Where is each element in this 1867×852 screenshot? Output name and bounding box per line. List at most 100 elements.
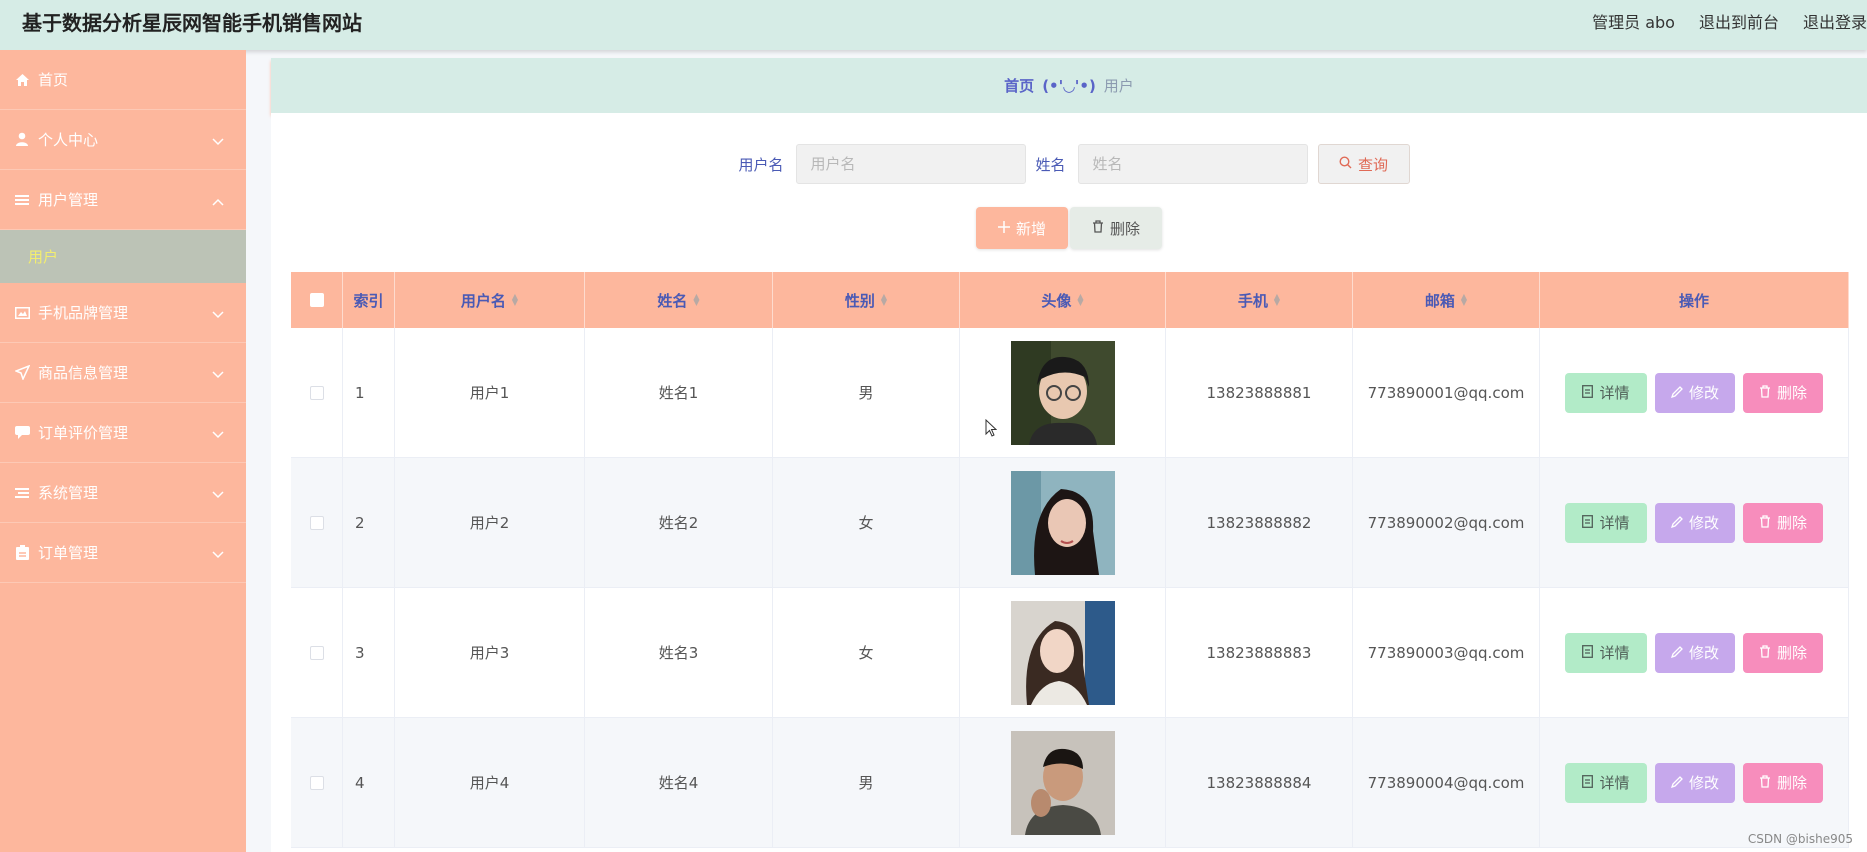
main-content: 用户名 姓名 查询 新增 删除 索引 用户名 ▲▼ bbox=[271, 113, 1867, 852]
logout-link[interactable]: 退出登录 bbox=[1803, 9, 1867, 33]
pencil-icon bbox=[1670, 384, 1683, 402]
avatar[interactable] bbox=[1010, 340, 1115, 445]
avatar[interactable] bbox=[1010, 730, 1115, 835]
select-all-cell bbox=[291, 272, 343, 328]
detail-button[interactable]: 详情 bbox=[1565, 502, 1647, 543]
edit-button[interactable]: 修改 bbox=[1655, 372, 1735, 413]
cell-actions: 详情 修改 删除 bbox=[1540, 718, 1849, 847]
chevron-down-icon bbox=[212, 305, 224, 323]
detail-button[interactable]: 详情 bbox=[1565, 762, 1647, 803]
batch-delete-button[interactable]: 删除 bbox=[1070, 207, 1162, 249]
column-header-index: 索引 bbox=[343, 272, 395, 328]
document-icon bbox=[1582, 774, 1594, 792]
edit-button[interactable]: 修改 bbox=[1655, 762, 1735, 803]
breadcrumb-home[interactable]: 首页 bbox=[1004, 75, 1034, 96]
sidebar-subitem-users[interactable]: 用户 bbox=[0, 230, 246, 283]
cell-name: 姓名1 bbox=[585, 328, 773, 457]
breadcrumb-current: 用户 bbox=[1103, 77, 1134, 95]
exit-to-front-link[interactable]: 退出到前台 bbox=[1699, 9, 1779, 33]
detail-label: 详情 bbox=[1599, 644, 1630, 662]
sidebar-item-product-management[interactable]: 商品信息管理 bbox=[0, 343, 246, 403]
sort-icon: ▲ ▼ bbox=[880, 292, 888, 307]
sidebar-item-home[interactable]: 首页 bbox=[0, 50, 246, 110]
edit-button[interactable]: 修改 bbox=[1655, 632, 1735, 673]
sidebar-item-order-management[interactable]: 订单管理 bbox=[0, 523, 246, 583]
sort-icon: ▲ ▼ bbox=[1077, 292, 1084, 307]
avatar[interactable] bbox=[1010, 470, 1115, 575]
cell-email: 773890004@qq.com bbox=[1353, 718, 1540, 847]
sidebar-item-system-management[interactable]: 系统管理 bbox=[0, 463, 246, 523]
query-button-label: 查询 bbox=[1358, 155, 1389, 174]
select-all-checkbox[interactable] bbox=[309, 293, 324, 307]
chevron-up-icon bbox=[212, 192, 224, 210]
table-row: 4 用户4 姓名4 男 13823888884 773890004@qq.com… bbox=[291, 718, 1849, 848]
avatar[interactable] bbox=[1010, 600, 1115, 705]
cell-username: 用户2 bbox=[395, 458, 585, 587]
detail-label: 详情 bbox=[1599, 514, 1630, 532]
cell-email: 773890002@qq.com bbox=[1353, 458, 1540, 587]
row-checkbox[interactable] bbox=[309, 385, 324, 400]
column-header-email[interactable]: 邮箱 ▲ ▼ bbox=[1353, 272, 1540, 328]
cell-index: 2 bbox=[343, 458, 395, 587]
table-header: 索引 用户名 ▲ ▼ 姓名 ▲ ▼ 性别 ▲ ▼ 头像 ▲ ▼ 手机 ▲ ▼ 邮箱 ▲ ▼ 操作 bbox=[291, 272, 1849, 328]
detail-button[interactable]: 详情 bbox=[1565, 372, 1647, 413]
cell-name: 姓名4 bbox=[585, 718, 773, 847]
edit-label: 修改 bbox=[1688, 514, 1719, 532]
cell-username: 用户3 bbox=[395, 588, 585, 717]
edit-label: 修改 bbox=[1688, 644, 1719, 662]
cell-index: 4 bbox=[343, 718, 395, 847]
delete-button[interactable]: 删除 bbox=[1743, 632, 1823, 673]
cell-phone: 13823888882 bbox=[1166, 458, 1353, 587]
action-bar: 新增 删除 bbox=[271, 207, 1867, 249]
row-checkbox[interactable] bbox=[309, 515, 324, 530]
mouse-cursor-icon bbox=[985, 418, 998, 441]
document-icon bbox=[1582, 514, 1594, 532]
delete-button[interactable]: 删除 bbox=[1743, 762, 1823, 803]
breadcrumb-separator: (•'◡'•) bbox=[1042, 76, 1096, 95]
cell-actions: 详情 修改 删除 bbox=[1540, 458, 1849, 587]
sidebar-item-brand-management[interactable]: 手机品牌管理 bbox=[0, 283, 246, 343]
column-header-sex[interactable]: 性别 ▲ ▼ bbox=[773, 272, 960, 328]
sidebar-item-personal-center[interactable]: 个人中心 bbox=[0, 110, 246, 170]
cell-username: 用户1 bbox=[395, 328, 585, 457]
edit-button[interactable]: 修改 bbox=[1655, 502, 1735, 543]
column-header-label: 用户名 bbox=[460, 291, 506, 310]
chevron-down-icon bbox=[212, 365, 224, 383]
sidebar-item-label: 用户管理 bbox=[38, 191, 99, 209]
query-button[interactable]: 查询 bbox=[1317, 144, 1410, 184]
search-form: 用户名 姓名 查询 bbox=[271, 143, 1867, 185]
cell-name: 姓名2 bbox=[585, 458, 773, 587]
site-title: 基于数据分析星辰网智能手机销售网站 bbox=[22, 11, 362, 35]
username-search-input[interactable] bbox=[795, 144, 1026, 184]
list-icon bbox=[14, 192, 30, 208]
detail-button[interactable]: 详情 bbox=[1565, 632, 1647, 673]
watermark: CSDN @bishe905 bbox=[1747, 832, 1853, 846]
delete-button[interactable]: 删除 bbox=[1743, 372, 1823, 413]
row-select-cell bbox=[291, 328, 343, 457]
add-button[interactable]: 新增 bbox=[976, 207, 1068, 249]
column-header-username[interactable]: 用户名 ▲ ▼ bbox=[395, 272, 585, 328]
column-header-avatar[interactable]: 头像 ▲ ▼ bbox=[960, 272, 1166, 328]
chevron-down-icon bbox=[212, 545, 224, 563]
column-header-label: 索引 bbox=[353, 291, 384, 310]
column-header-phone[interactable]: 手机 ▲ ▼ bbox=[1166, 272, 1353, 328]
pencil-icon bbox=[1670, 514, 1683, 532]
sidebar-item-review-management[interactable]: 订单评价管理 bbox=[0, 403, 246, 463]
trash-icon bbox=[1759, 774, 1771, 792]
cell-phone: 13823888883 bbox=[1166, 588, 1353, 717]
name-search-input[interactable] bbox=[1077, 144, 1308, 184]
row-checkbox[interactable] bbox=[309, 775, 324, 790]
username-label: 用户名 bbox=[738, 155, 784, 174]
column-header-name[interactable]: 姓名 ▲ ▼ bbox=[585, 272, 773, 328]
cell-sex: 男 bbox=[773, 718, 960, 847]
plus-icon bbox=[997, 219, 1010, 237]
column-header-label: 姓名 bbox=[657, 291, 688, 310]
row-checkbox[interactable] bbox=[309, 645, 324, 660]
cell-phone: 13823888884 bbox=[1166, 718, 1353, 847]
sidebar-item-user-management[interactable]: 用户管理 bbox=[0, 170, 246, 230]
delete-button[interactable]: 删除 bbox=[1743, 502, 1823, 543]
cell-email: 773890003@qq.com bbox=[1353, 588, 1540, 717]
row-select-cell bbox=[291, 718, 343, 847]
column-header-label: 手机 bbox=[1237, 291, 1268, 310]
sidebar-item-label: 订单评价管理 bbox=[38, 424, 129, 442]
